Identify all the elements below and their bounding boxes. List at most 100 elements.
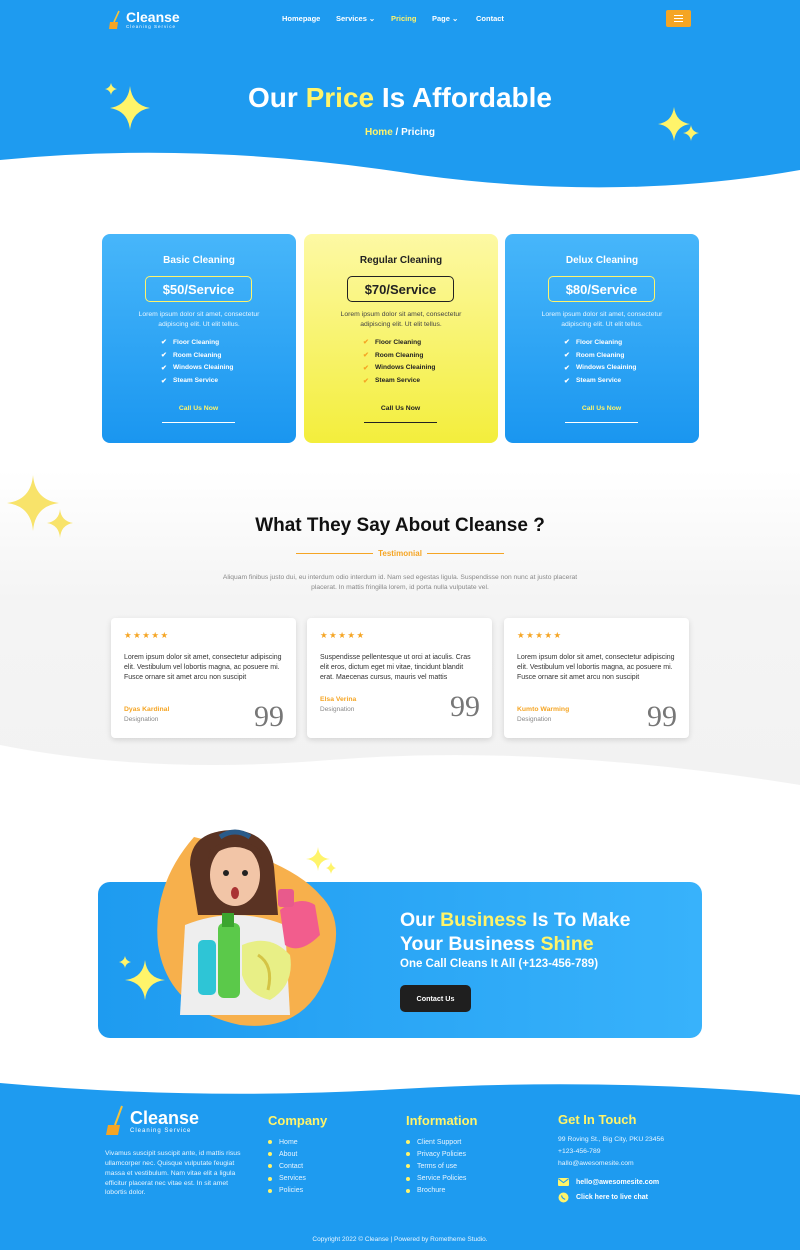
divider (565, 422, 638, 423)
footer-link-label: Home (279, 1138, 298, 1146)
main-nav: Homepage Services ⌄ Pricing Page ⌄ Contact (282, 14, 504, 23)
check-icon: ✔ (363, 352, 369, 360)
check-icon: ✔ (161, 364, 167, 372)
feature-item: ✔ Windows Cleaining (564, 362, 636, 375)
nav-services-label: Services (336, 14, 367, 23)
testimonial-text: Suspendisse pellentesque ut orci at iacu… (320, 654, 471, 682)
plan-title: Delux Cleaning (565, 255, 639, 266)
feature-label: Room Cleaning (173, 351, 222, 359)
footer-link[interactable]: Home (268, 1136, 306, 1148)
contact-us-button[interactable]: Contact Us (400, 985, 471, 1012)
title-highlight: Price (305, 82, 375, 113)
hero-wave (0, 152, 800, 210)
testimonial-text: Lorem ipsum dolor sit amet, consectetur … (124, 654, 282, 682)
testimonial-text: Lorem ipsum dolor sit amet, consectetur … (517, 654, 675, 682)
site-logo[interactable]: Cleanse Cleaning Service (108, 10, 180, 30)
footer-link[interactable]: About (268, 1148, 306, 1160)
star-rating: ★★★★★ (517, 630, 563, 640)
envelope-icon (558, 1178, 569, 1186)
live-chat-label: Click here to live chat (576, 1194, 648, 1201)
plan-description: Lorem ipsum dolor sit amet, consectetur … (340, 311, 462, 328)
logo-tagline: Cleaning Service (126, 24, 177, 30)
footer-link-label: Privacy Policies (417, 1150, 467, 1158)
call-us-now-link[interactable]: Call Us Now (364, 405, 437, 412)
nav-services[interactable]: Services ⌄ (336, 14, 391, 23)
feature-item: ✔ Room Cleaning (363, 349, 435, 362)
divider-line (426, 553, 505, 554)
check-icon: ✔ (363, 377, 369, 385)
hamburger-icon-bar (674, 14, 683, 16)
nav-contact[interactable]: Contact (476, 14, 504, 23)
bullet-icon (406, 1152, 410, 1157)
nav-pricing[interactable]: Pricing (391, 14, 432, 23)
footer-link[interactable]: Privacy Policies (406, 1148, 466, 1160)
feature-label: Windows Cleaining (375, 364, 436, 372)
reviewer-name: Elsa Verina (320, 696, 357, 703)
logo-name: Cleanse (130, 1107, 200, 1128)
broom-icon (106, 1105, 123, 1135)
plan-price: $80/Service (548, 276, 655, 302)
plan-price: $70/Service (347, 276, 454, 302)
bullet-icon (406, 1176, 410, 1181)
footer-link[interactable]: Client Support (406, 1136, 466, 1148)
testimonial-subtitle: Testimonial (296, 549, 505, 558)
live-chat-link[interactable]: Click here to live chat (558, 1192, 648, 1203)
feature-label: Steam Service (375, 377, 421, 385)
whatsapp-icon (558, 1192, 569, 1203)
call-us-now-link[interactable]: Call Us Now (565, 405, 638, 412)
broom-icon (109, 10, 120, 29)
star-rating: ★★★★★ (124, 630, 170, 640)
breadcrumb-current: Pricing (401, 127, 436, 138)
plan-title: Regular Cleaning (359, 255, 443, 266)
footer-link[interactable]: Service Policies (406, 1173, 466, 1185)
chevron-down-icon: ⌄ (451, 14, 459, 23)
call-us-now-link[interactable]: Call Us Now (162, 405, 235, 412)
check-icon: ✔ (564, 377, 570, 385)
footer-link-label: Contact (279, 1162, 304, 1170)
feature-item: ✔ Room Cleaning (161, 349, 233, 362)
nav-contact-label: Contact (476, 14, 504, 23)
sparkle-icon (105, 83, 150, 130)
plan-description: Lorem ipsum dolor sit amet, consectetur … (541, 311, 663, 328)
feature-item: ✔ Steam Service (363, 374, 435, 387)
subtitle-label: Testimonial (378, 549, 422, 558)
footer-company-title: Company (268, 1113, 328, 1128)
pricing-card-delux: Delux Cleaning $80/Service Lorem ipsum d… (505, 234, 699, 443)
email-link[interactable]: hello@awesomesite.com (558, 1178, 659, 1186)
divider (162, 422, 235, 423)
footer-link[interactable]: Services (268, 1173, 306, 1185)
footer-information-links: Client Support Privacy Policies Terms of… (406, 1136, 466, 1197)
footer-link[interactable]: Contact (268, 1160, 306, 1172)
nav-homepage[interactable]: Homepage (282, 14, 336, 23)
testimonial-section-title: What They Say About Cleanse ? (255, 515, 545, 536)
footer-about-text: Vivamus suscipit suscipit ante, id matti… (105, 1150, 241, 1197)
footer-link[interactable]: Terms of use (406, 1160, 466, 1172)
breadcrumb-home[interactable]: Home (365, 127, 393, 138)
footer-contact-title: Get In Touch (558, 1112, 637, 1127)
nav-page[interactable]: Page ⌄ (432, 14, 476, 23)
footer-link[interactable]: Policies (268, 1185, 306, 1197)
reviewer-name: Dyas Kardinal (124, 706, 170, 713)
title-part: Our (248, 82, 306, 113)
hamburger-icon-bar (674, 17, 683, 20)
check-icon: ✔ (363, 364, 369, 372)
feature-label: Steam Service (173, 377, 219, 385)
footer-link-label: Services (279, 1175, 306, 1183)
feature-label: Floor Cleaning (576, 338, 623, 346)
feature-item: ✔ Steam Service (161, 374, 233, 387)
feature-item: ✔ Steam Service (564, 374, 636, 387)
nav-homepage-label: Homepage (282, 14, 321, 23)
sparkle-icon (658, 107, 699, 141)
footer-logo[interactable]: Cleanse Cleaning Service (106, 1105, 199, 1137)
plan-description: Lorem ipsum dolor sit amet, consectetur … (138, 311, 260, 328)
bullet-icon (406, 1140, 410, 1145)
feature-item: ✔ Floor Cleaning (564, 336, 636, 349)
bullet-icon (268, 1140, 272, 1145)
hamburger-menu-button[interactable] (666, 10, 691, 27)
check-icon: ✔ (363, 339, 369, 347)
bullet-icon (268, 1188, 272, 1193)
bullet-icon (268, 1164, 272, 1169)
footer-link-label: Service Policies (417, 1175, 467, 1183)
footer-link[interactable]: Brochure (406, 1185, 466, 1197)
footer-link-label: Policies (279, 1187, 304, 1195)
